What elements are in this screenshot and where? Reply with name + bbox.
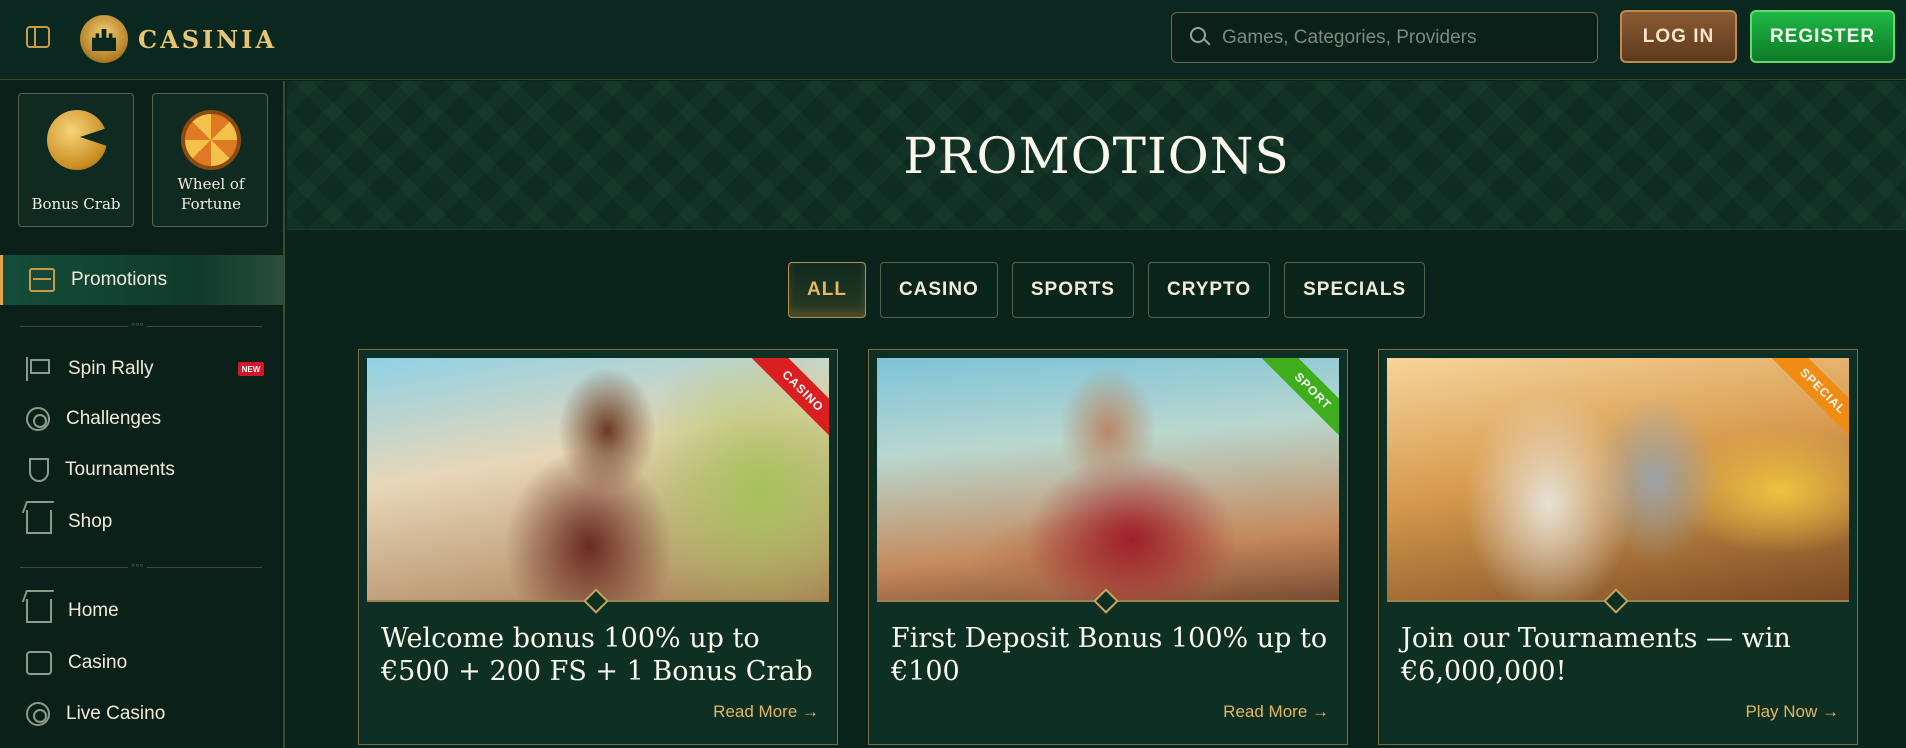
sidebar-item-shop[interactable]: Shop [0, 497, 283, 547]
medal-icon [26, 407, 50, 431]
promo-card-tournaments[interactable]: SPECIAL Join our Tournaments — win €6,00… [1378, 349, 1858, 745]
search-box[interactable] [1171, 12, 1598, 63]
promo-title: Join our Tournaments — win €6,000,000! [1401, 623, 1791, 687]
sidebar-item-label: Promotions [71, 269, 168, 290]
promo-title: First Deposit Bonus 100% up to €100 [891, 623, 1328, 687]
promo-image-knight: SPECIAL [1387, 358, 1849, 600]
tab-casino[interactable]: CASINO [879, 262, 998, 318]
promo-card-welcome[interactable]: CASINO Welcome bonus 100% up to €500 + 2… [358, 349, 838, 745]
flag-icon [26, 357, 52, 381]
sidebar-item-promotions[interactable]: Promotions [0, 255, 283, 305]
sidebar-item-label: Tournaments [65, 459, 175, 480]
tab-specials[interactable]: SPECIALS [1284, 262, 1426, 318]
sidebar-item-challenges[interactable]: Challenges [0, 394, 283, 444]
promo-image-king: CASINO [367, 358, 829, 600]
promo-card-first-deposit[interactable]: SPORT First Deposit Bonus 100% up to €10… [868, 349, 1348, 745]
sidebar-item-label: Home [68, 600, 119, 621]
filter-tabs: ALL CASINO SPORTS CRYPTO SPECIALS [788, 262, 1426, 318]
tab-crypto[interactable]: CRYPTO [1147, 262, 1271, 318]
search-icon [1190, 26, 1212, 49]
casino-icon [26, 651, 52, 675]
quick-tile-bonus-crab[interactable]: Bonus Crab [18, 93, 134, 227]
quick-tile-label: Wheel of Fortune [177, 175, 245, 213]
sidebar-item-tournaments[interactable]: Tournaments [0, 445, 283, 495]
sidebar-item-live-casino[interactable]: Live Casino [0, 689, 283, 739]
promo-title: Welcome bonus 100% up to €500 + 200 FS +… [381, 623, 813, 687]
sidebar: Bonus Crab Wheel of Fortune Promotions S… [0, 81, 285, 748]
read-more-link[interactable]: Read More → [1223, 702, 1329, 722]
quick-tile-wheel-of-fortune[interactable]: Wheel of Fortune [152, 93, 268, 227]
logo-text: CASINIA [138, 24, 278, 54]
register-button[interactable]: REGISTER [1750, 10, 1895, 63]
sidebar-item-label: Spin Rally [68, 358, 154, 379]
sidebar-divider [20, 558, 262, 572]
chest-icon [29, 268, 55, 292]
tab-sports[interactable]: SPORTS [1011, 262, 1134, 318]
top-header: CASINIA LOG IN REGISTER [0, 0, 1906, 80]
sidebar-item-casino[interactable]: Casino [0, 638, 283, 688]
wheel-icon [181, 110, 241, 170]
logo[interactable]: CASINIA [80, 12, 277, 66]
sidebar-item-label: Shop [68, 511, 113, 532]
search-input[interactable] [1222, 17, 1582, 58]
castle-icon [26, 599, 52, 623]
trophy-icon [29, 458, 49, 482]
tab-all[interactable]: ALL [788, 262, 866, 318]
play-now-link[interactable]: Play Now → [1745, 702, 1839, 722]
sidebar-item-label: Challenges [66, 408, 162, 429]
category-ribbon: SPORT [1261, 358, 1339, 443]
sidebar-divider [20, 317, 262, 331]
sidebar-item-home[interactable]: Home [0, 586, 283, 636]
category-ribbon: CASINO [751, 358, 829, 443]
sidebar-item-label: Live Casino [66, 703, 166, 724]
crab-icon [47, 110, 107, 170]
sidebar-toggle-icon[interactable] [26, 26, 50, 48]
category-ribbon: SPECIAL [1771, 358, 1849, 443]
castle-logo-icon [80, 15, 128, 63]
page-title: PROMOTIONS [903, 127, 1290, 185]
shop-icon [26, 510, 52, 534]
sidebar-item-spin-rally[interactable]: Spin Rally NEW [0, 344, 283, 394]
read-more-link[interactable]: Read More → [713, 702, 819, 722]
new-badge: NEW [238, 362, 264, 376]
promo-image-gladiator: SPORT [877, 358, 1339, 600]
chip-icon [26, 702, 50, 726]
promotions-hero: PROMOTIONS [287, 81, 1906, 230]
login-button[interactable]: LOG IN [1620, 10, 1737, 63]
sidebar-item-label: Casino [68, 652, 128, 673]
quick-tile-label: Bonus Crab [31, 195, 121, 213]
main-content: PROMOTIONS ALL CASINO SPORTS CRYPTO SPEC… [287, 81, 1906, 748]
